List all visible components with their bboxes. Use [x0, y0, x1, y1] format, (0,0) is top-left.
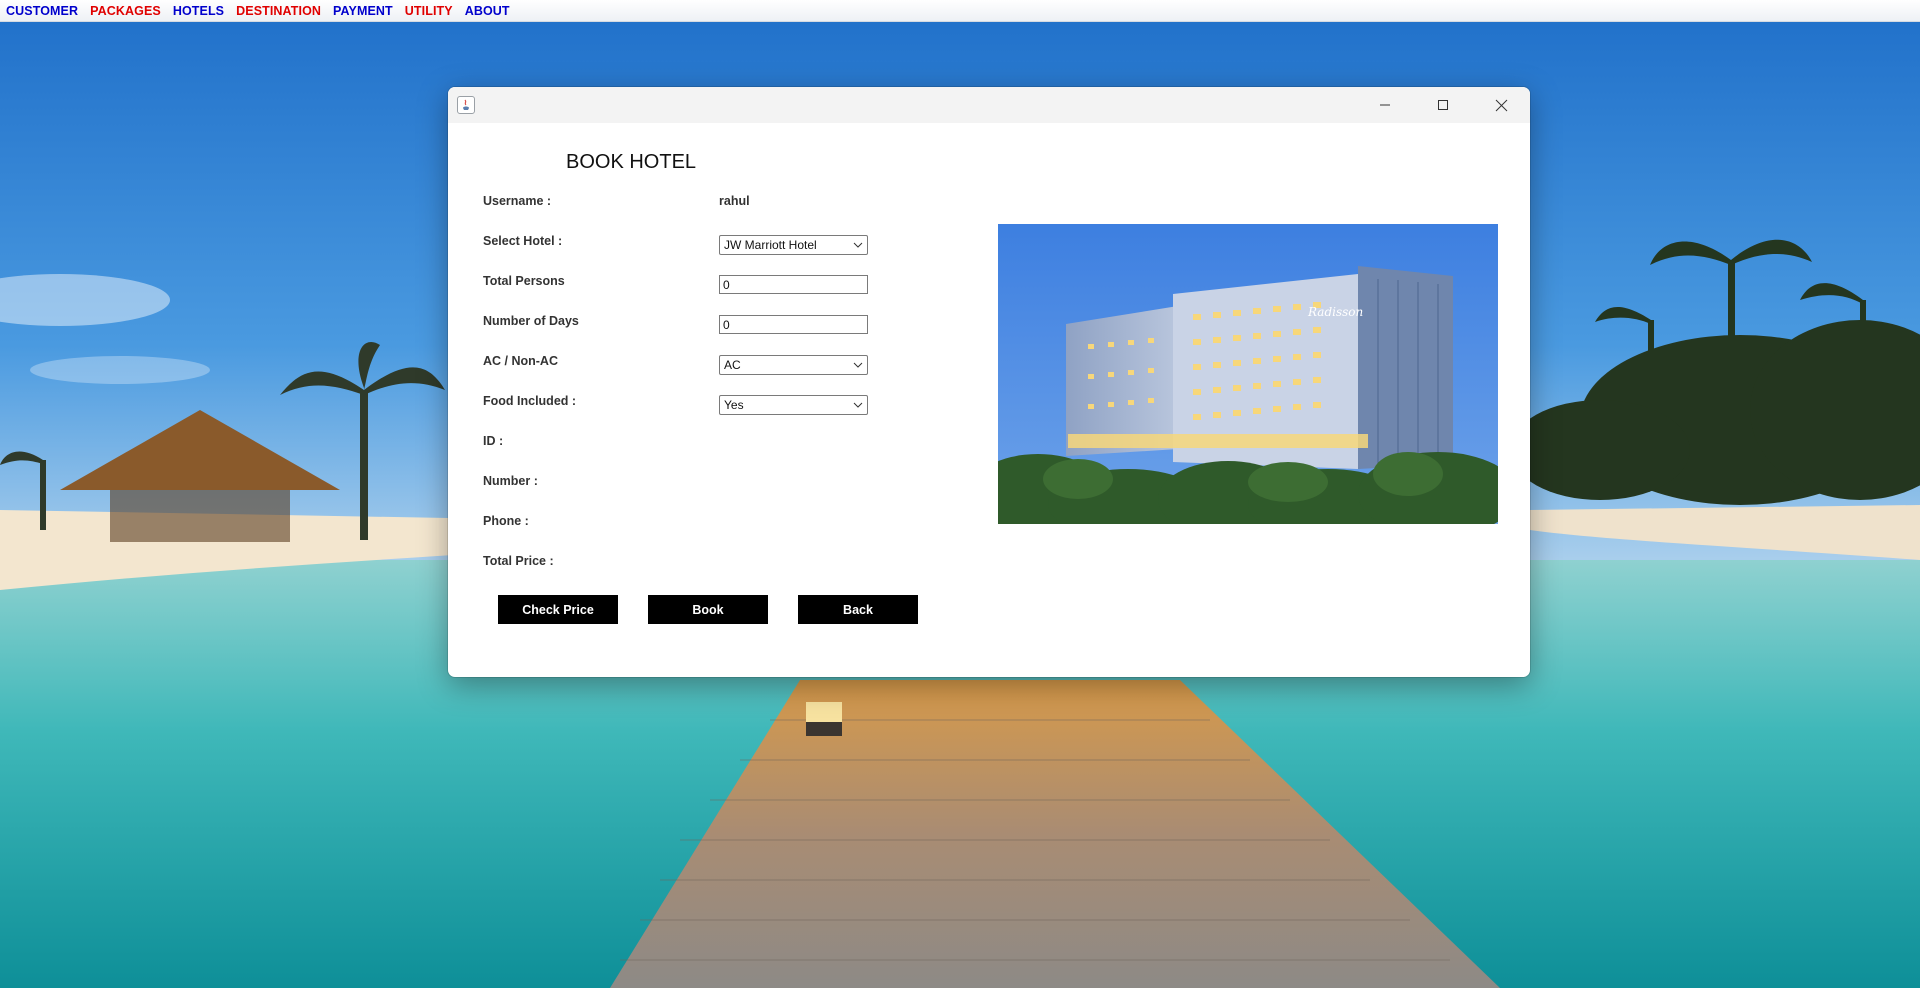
phone-label: Phone : — [483, 514, 529, 528]
ac-non-ac-value: AC — [724, 358, 741, 372]
food-included-dropdown[interactable]: Yes — [719, 395, 868, 415]
radisson-sign: Radisson — [1307, 305, 1363, 319]
chevron-down-icon — [853, 242, 863, 248]
back-button[interactable]: Back — [798, 595, 918, 624]
chevron-down-icon — [853, 402, 863, 408]
chevron-down-icon — [853, 362, 863, 368]
id-label: ID : — [483, 434, 504, 448]
food-included-value: Yes — [724, 398, 744, 412]
number-of-days-label: Number of Days — [483, 314, 579, 328]
page-title: BOOK HOTEL — [566, 151, 697, 173]
title-bar[interactable] — [448, 87, 1530, 123]
menu-utility[interactable]: UTILITY — [405, 4, 453, 18]
maximize-icon — [1438, 100, 1448, 110]
close-button[interactable] — [1472, 87, 1530, 123]
username-label: Username : — [483, 194, 552, 208]
check-price-button[interactable]: Check Price — [498, 595, 618, 624]
maximize-button[interactable] — [1414, 87, 1472, 123]
java-app-icon — [457, 96, 475, 114]
number-of-days-input[interactable] — [719, 315, 868, 334]
menu-payment[interactable]: PAYMENT — [333, 4, 393, 18]
minimize-button[interactable] — [1356, 87, 1414, 123]
select-hotel-dropdown[interactable]: JW Marriott Hotel — [719, 235, 868, 255]
menu-hotels[interactable]: HOTELS — [173, 4, 224, 18]
total-price-label: Total Price : — [483, 554, 554, 568]
menu-bar: CUSTOMER PACKAGES HOTELS DESTINATION PAY… — [0, 0, 1920, 22]
menu-customer[interactable]: CUSTOMER — [6, 4, 78, 18]
minimize-icon — [1380, 104, 1390, 106]
close-icon — [1495, 99, 1507, 111]
menu-packages[interactable]: PACKAGES — [90, 4, 161, 18]
number-label: Number : — [483, 474, 538, 488]
ac-non-ac-dropdown[interactable]: AC — [719, 355, 868, 375]
username-value: rahul — [719, 194, 750, 208]
book-button[interactable]: Book — [648, 595, 768, 624]
food-included-label: Food Included : — [483, 394, 577, 408]
ac-non-ac-label: AC / Non-AC — [483, 354, 558, 368]
total-persons-label: Total Persons — [483, 274, 565, 288]
hotel-image: Radisson — [998, 224, 1498, 524]
total-persons-input[interactable] — [719, 275, 868, 294]
select-hotel-label: Select Hotel : — [483, 234, 563, 248]
select-hotel-value: JW Marriott Hotel — [724, 238, 817, 252]
menu-destination[interactable]: DESTINATION — [236, 4, 321, 18]
book-hotel-window: BOOK HOTEL Username : rahul Select Hotel… — [448, 87, 1530, 677]
menu-about[interactable]: ABOUT — [465, 4, 510, 18]
